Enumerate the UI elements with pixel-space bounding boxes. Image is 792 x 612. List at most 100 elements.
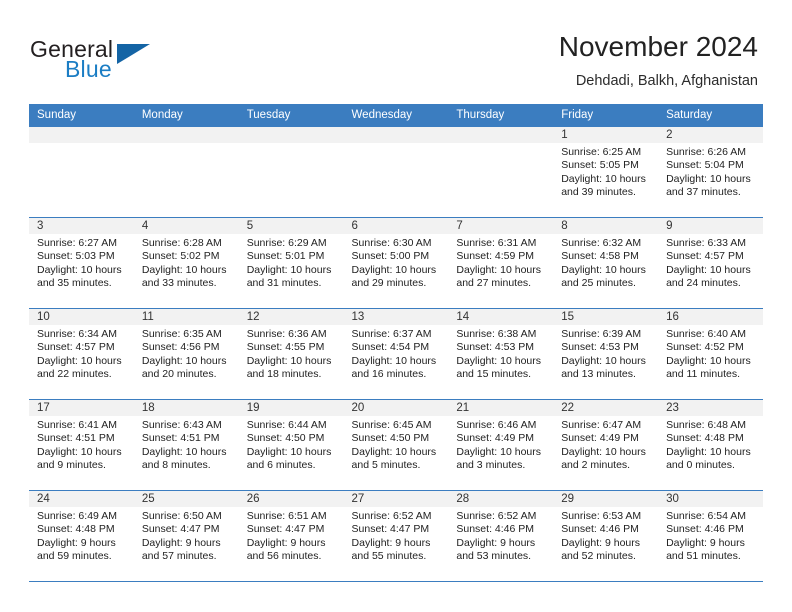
sunset-text: Sunset: 4:57 PM <box>37 341 115 354</box>
day-cell-inner: 24 Sunrise: 6:49 AM Sunset: 4:48 PM Dayligh… <box>29 491 134 581</box>
calendar-day-cell[interactable]: 24 Sunrise: 6:49 AM Sunset: 4:48 PM Dayligh… <box>29 490 134 582</box>
weekday-header-wednesday: Wednesday <box>343 104 449 127</box>
calendar-day-cell[interactable]: 26 Sunrise: 6:51 AM Sunset: 4:47 PM Dayligh… <box>238 490 344 582</box>
calendar-day-cell[interactable]: 27 Sunrise: 6:52 AM Sunset: 4:47 PM Dayligh… <box>343 490 449 582</box>
day-details: Sunrise: 6:41 AM Sunset: 4:51 PM Daylight:… <box>29 416 134 473</box>
sunrise-text: Sunrise: 6:44 AM <box>246 419 327 431</box>
day-cell-inner: 4 Sunrise: 6:28 AM Sunset: 5:02 PM Daylight… <box>133 218 239 308</box>
sunrise-text: Sunrise: 6:30 AM <box>351 237 432 249</box>
day-number: 16 <box>658 309 763 325</box>
calendar-day-cell[interactable]: 18 Sunrise: 6:43 AM Sunset: 4:51 PM Dayligh… <box>133 399 239 491</box>
day-cell-inner: 22 Sunrise: 6:47 AM Sunset: 4:49 PM Dayligh… <box>553 400 659 490</box>
sunrise-text: Sunrise: 6:29 AM <box>246 237 327 249</box>
calendar-week-row: 10 Sunrise: 6:34 AM Sunset: 4:57 PM Dayligh… <box>29 308 763 400</box>
sunrise-text: Sunrise: 6:49 AM <box>37 510 117 522</box>
calendar-cell-empty <box>238 127 344 218</box>
day-cell-inner: 9 Sunrise: 6:33 AM Sunset: 4:57 PM Daylight… <box>658 218 763 308</box>
weekday-header-monday: Monday <box>133 104 239 127</box>
calendar-day-cell[interactable]: 5 Sunrise: 6:29 AM Sunset: 5:01 PM Daylight… <box>238 217 344 309</box>
calendar-day-cell[interactable]: 3 Sunrise: 6:27 AM Sunset: 5:03 PM Daylight… <box>29 217 134 309</box>
calendar-day-cell[interactable]: 14 Sunrise: 6:38 AM Sunset: 4:53 PM Dayligh… <box>448 308 554 400</box>
day-number: 26 <box>238 491 344 507</box>
calendar-day-cell[interactable]: 15 Sunrise: 6:39 AM Sunset: 4:53 PM Dayligh… <box>553 308 659 400</box>
day-number <box>133 127 239 143</box>
calendar-day-cell[interactable]: 21 Sunrise: 6:46 AM Sunset: 4:49 PM Dayligh… <box>448 399 554 491</box>
sunset-text: Sunset: 5:05 PM <box>561 159 639 172</box>
calendar-day-cell[interactable]: 12 Sunrise: 6:36 AM Sunset: 4:55 PM Dayligh… <box>238 308 344 400</box>
calendar-day-cell[interactable]: 2 Sunrise: 6:26 AM Sunset: 5:04 PM Daylight… <box>658 127 763 218</box>
day-cell-inner: 10 Sunrise: 6:34 AM Sunset: 4:57 PM Dayligh… <box>29 309 134 399</box>
sunset-text: Sunset: 4:53 PM <box>456 341 535 354</box>
day-cell-inner <box>29 127 134 217</box>
page-title: November 2024 <box>558 31 758 62</box>
sunset-text: Sunset: 4:48 PM <box>666 432 744 445</box>
calendar-day-cell[interactable]: 19 Sunrise: 6:44 AM Sunset: 4:50 PM Dayligh… <box>238 399 344 491</box>
day-details: Sunrise: 6:47 AM Sunset: 4:49 PM Daylight:… <box>553 416 658 473</box>
sunrise-text: Sunrise: 6:32 AM <box>561 237 642 249</box>
general-blue-logo[interactable]: General Blue <box>30 36 260 88</box>
calendar-day-cell[interactable]: 9 Sunrise: 6:33 AM Sunset: 4:57 PM Daylight… <box>658 217 763 309</box>
calendar-day-cell[interactable]: 7 Sunrise: 6:31 AM Sunset: 4:59 PM Daylight… <box>448 217 554 309</box>
weekday-header-tuesday: Tuesday <box>238 104 344 127</box>
sunset-text: Sunset: 5:04 PM <box>666 159 744 172</box>
calendar-day-cell[interactable]: 16 Sunrise: 6:40 AM Sunset: 4:52 PM Dayligh… <box>658 308 763 400</box>
day-cell-inner: 23 Sunrise: 6:48 AM Sunset: 4:48 PM Dayligh… <box>658 400 763 490</box>
daylight-text: Daylight: 10 hours and 8 minutes. <box>141 445 227 472</box>
calendar-day-cell[interactable]: 30 Sunrise: 6:54 AM Sunset: 4:46 PM Dayligh… <box>658 490 763 582</box>
calendar-day-cell[interactable]: 8 Sunrise: 6:32 AM Sunset: 4:58 PM Daylight… <box>553 217 659 309</box>
daylight-text: Daylight: 10 hours and 35 minutes. <box>37 263 122 290</box>
day-details: Sunrise: 6:34 AM Sunset: 4:57 PM Daylight:… <box>29 325 134 382</box>
calendar-day-cell[interactable]: 28 Sunrise: 6:52 AM Sunset: 4:46 PM Dayligh… <box>448 490 554 582</box>
day-cell-inner: 11 Sunrise: 6:35 AM Sunset: 4:56 PM Dayligh… <box>133 309 239 399</box>
day-cell-inner: 5 Sunrise: 6:29 AM Sunset: 5:01 PM Daylight… <box>238 218 344 308</box>
day-details: Sunrise: 6:33 AM Sunset: 4:57 PM Daylight:… <box>658 234 763 291</box>
day-details: Sunrise: 6:43 AM Sunset: 4:51 PM Daylight:… <box>134 416 239 473</box>
daylight-text: Daylight: 10 hours and 15 minutes. <box>456 354 542 381</box>
day-cell-inner: 1 Sunrise: 6:25 AM Sunset: 5:05 PM Daylight… <box>553 127 659 217</box>
calendar-day-cell[interactable]: 1 Sunrise: 6:25 AM Sunset: 5:05 PM Daylight… <box>553 127 659 218</box>
day-details: Sunrise: 6:49 AM Sunset: 4:48 PM Daylight:… <box>29 507 134 564</box>
sunrise-text: Sunrise: 6:51 AM <box>246 510 327 522</box>
calendar-day-cell[interactable]: 25 Sunrise: 6:50 AM Sunset: 4:47 PM Dayligh… <box>133 490 239 582</box>
day-cell-inner <box>448 127 554 217</box>
calendar-header-row: Sunday Monday Tuesday Wednesday Thursday Frid… <box>29 104 763 127</box>
brand-name-blue: Blue <box>65 56 112 82</box>
sunset-text: Sunset: 5:00 PM <box>351 250 430 263</box>
calendar-day-cell[interactable]: 4 Sunrise: 6:28 AM Sunset: 5:02 PM Daylight… <box>133 217 239 309</box>
day-number: 20 <box>343 400 449 416</box>
sunrise-text: Sunrise: 6:35 AM <box>141 328 222 340</box>
calendar-day-cell[interactable]: 6 Sunrise: 6:30 AM Sunset: 5:00 PM Daylight… <box>343 217 449 309</box>
weekday-header-row: Sunday Monday Tuesday Wednesday Thursday Frid… <box>29 104 763 127</box>
day-details: Sunrise: 6:48 AM Sunset: 4:48 PM Daylight:… <box>658 416 763 473</box>
day-number: 27 <box>343 491 449 507</box>
calendar-day-cell[interactable]: 22 Sunrise: 6:47 AM Sunset: 4:49 PM Dayligh… <box>553 399 659 491</box>
calendar-day-cell[interactable]: 13 Sunrise: 6:37 AM Sunset: 4:54 PM Dayligh… <box>343 308 449 400</box>
day-number: 11 <box>133 309 239 325</box>
calendar-day-cell[interactable]: 11 Sunrise: 6:35 AM Sunset: 4:56 PM Dayligh… <box>133 308 239 400</box>
sunset-text: Sunset: 4:47 PM <box>351 523 430 536</box>
day-cell-inner <box>133 127 239 217</box>
sunset-text: Sunset: 4:47 PM <box>246 523 325 536</box>
daylight-text: Daylight: 10 hours and 24 minutes. <box>666 263 751 290</box>
day-number: 22 <box>553 400 659 416</box>
day-cell-inner: 29 Sunrise: 6:53 AM Sunset: 4:46 PM Dayligh… <box>553 491 659 581</box>
calendar-day-cell[interactable]: 29 Sunrise: 6:53 AM Sunset: 4:46 PM Dayligh… <box>553 490 659 582</box>
day-number: 30 <box>658 491 763 507</box>
calendar-day-cell[interactable]: 10 Sunrise: 6:34 AM Sunset: 4:57 PM Dayligh… <box>29 308 134 400</box>
day-number: 17 <box>29 400 134 416</box>
calendar-day-cell[interactable]: 20 Sunrise: 6:45 AM Sunset: 4:50 PM Dayligh… <box>343 399 449 491</box>
calendar-day-cell[interactable]: 17 Sunrise: 6:41 AM Sunset: 4:51 PM Dayligh… <box>29 399 134 491</box>
day-cell-inner: 17 Sunrise: 6:41 AM Sunset: 4:51 PM Dayligh… <box>29 400 134 490</box>
day-number: 19 <box>238 400 344 416</box>
day-cell-inner: 25 Sunrise: 6:50 AM Sunset: 4:47 PM Dayligh… <box>133 491 239 581</box>
day-number: 28 <box>448 491 554 507</box>
day-details: Sunrise: 6:35 AM Sunset: 4:56 PM Daylight:… <box>134 325 239 382</box>
calendar-day-cell[interactable]: 23 Sunrise: 6:48 AM Sunset: 4:48 PM Dayligh… <box>658 399 763 491</box>
daylight-text: Daylight: 10 hours and 33 minutes. <box>141 263 227 290</box>
weekday-header-thursday: Thursday <box>448 104 554 127</box>
sunset-text: Sunset: 5:02 PM <box>141 250 220 263</box>
day-cell-inner: 3 Sunrise: 6:27 AM Sunset: 5:03 PM Daylight… <box>29 218 134 308</box>
sunset-text: Sunset: 4:55 PM <box>246 341 325 354</box>
day-cell-inner: 26 Sunrise: 6:51 AM Sunset: 4:47 PM Dayligh… <box>238 491 344 581</box>
day-cell-inner <box>343 127 449 217</box>
